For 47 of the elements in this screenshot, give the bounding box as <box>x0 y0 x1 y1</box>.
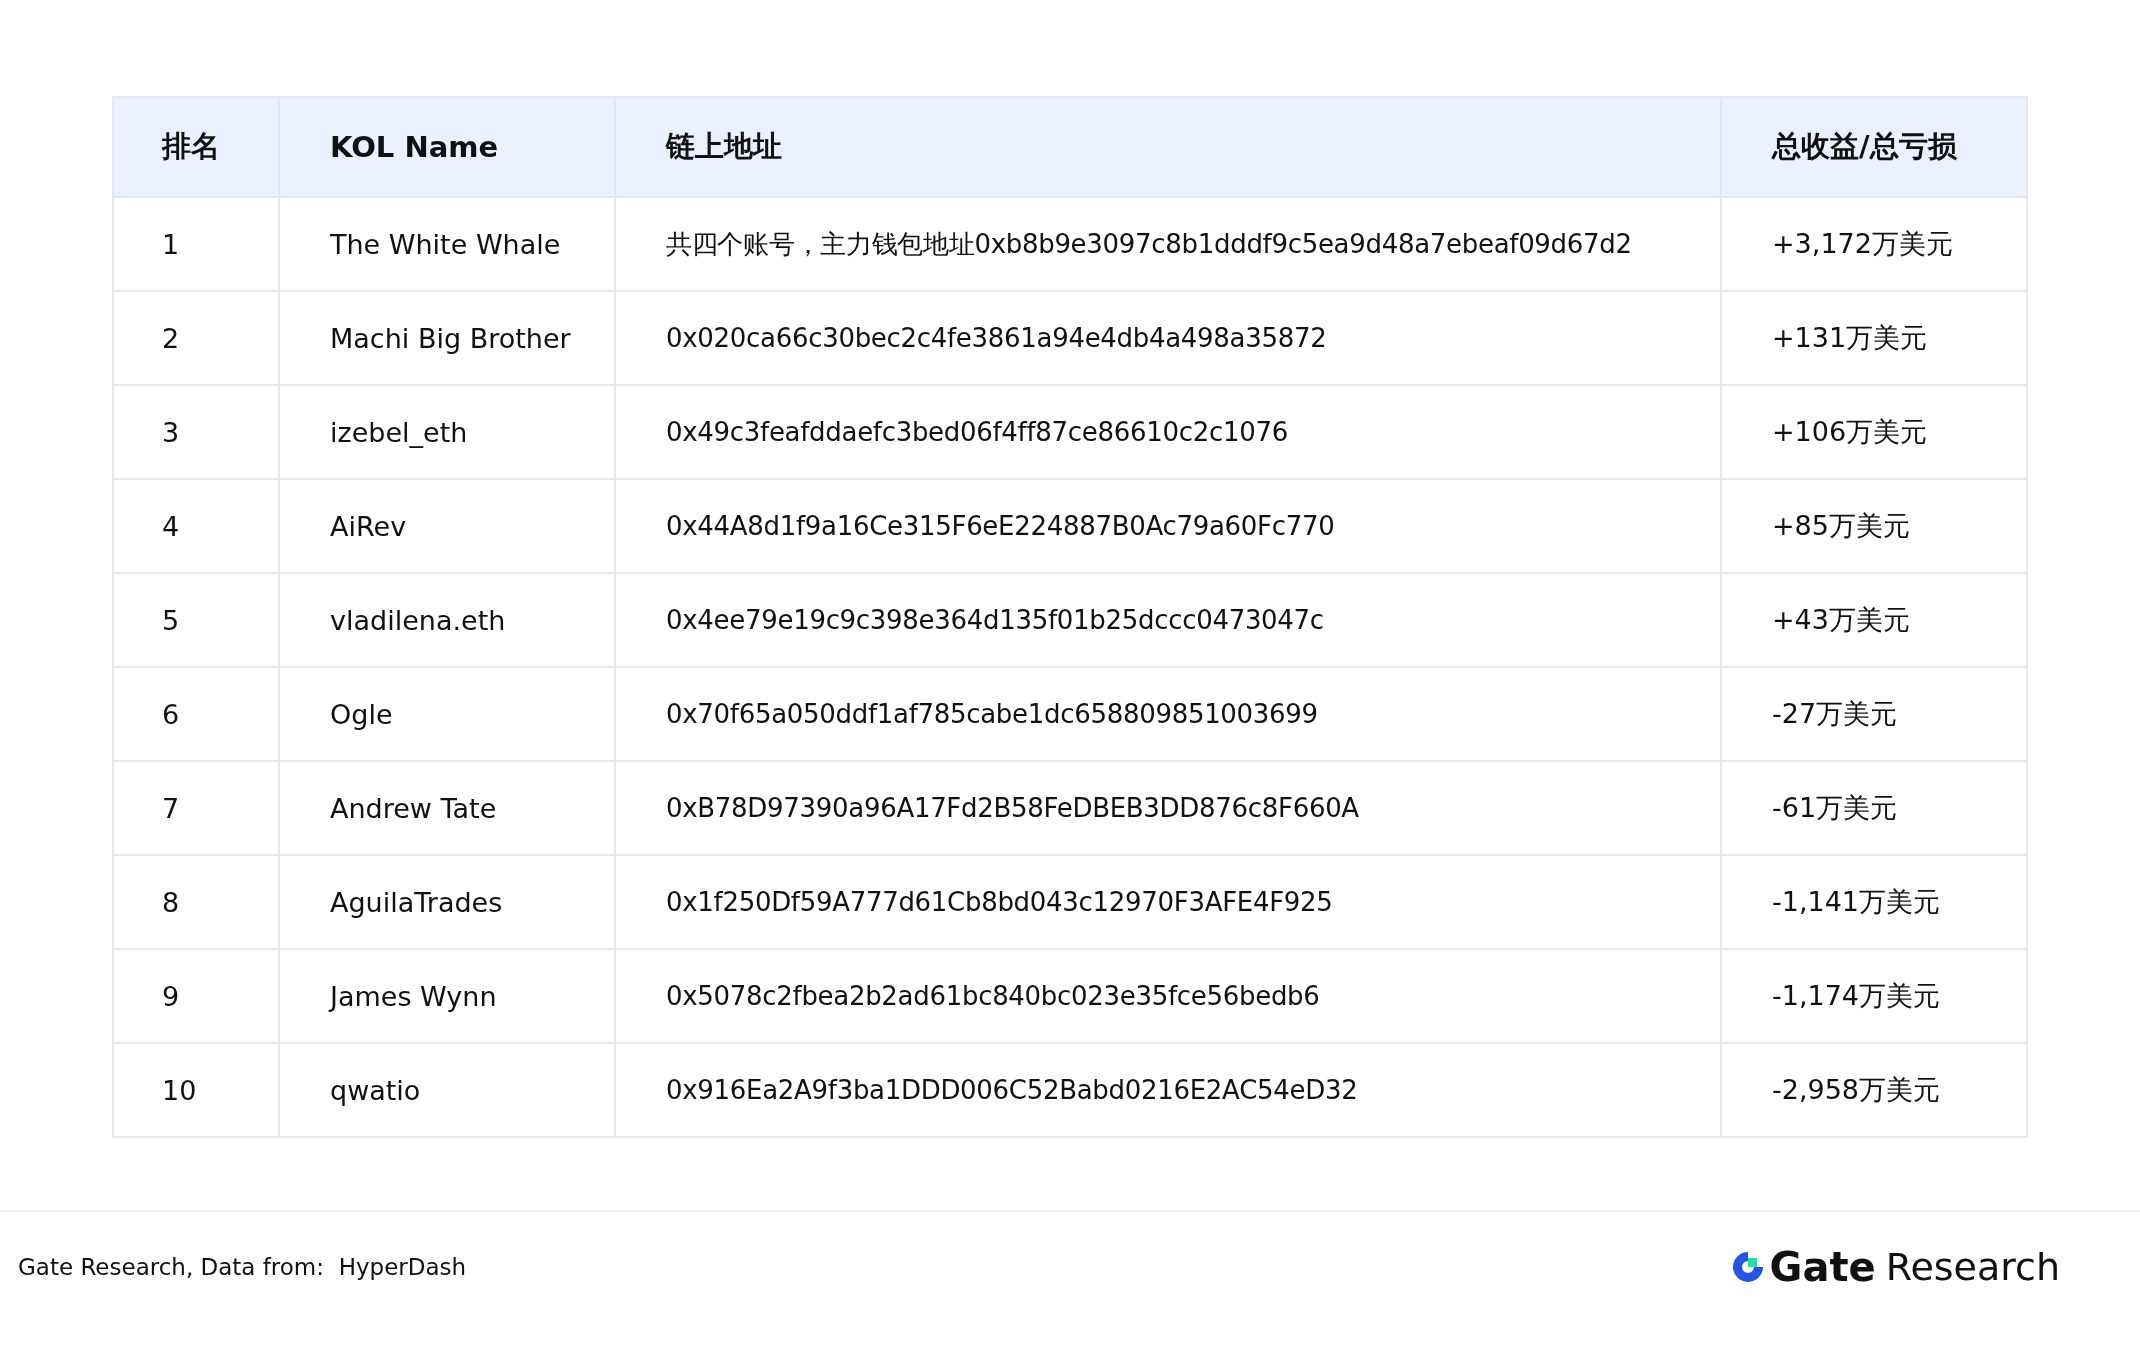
pnl-cell: +131万美元 <box>1721 291 2027 385</box>
address-cell: 0x020ca66c30bec2c4fe3861a94e4db4a498a35872 <box>615 291 1721 385</box>
name-cell: AiRev <box>279 479 615 573</box>
pnl-cell: -61万美元 <box>1721 761 2027 855</box>
column-header: 总收益/总亏损 <box>1721 97 2027 197</box>
name-cell: James Wynn <box>279 949 615 1043</box>
address-cell: 0x916Ea2A9f3ba1DDD006C52Babd0216E2AC54eD32 <box>615 1043 1721 1137</box>
column-header: 链上地址 <box>615 97 1721 197</box>
source-note: Gate Research, Data from: HyperDash <box>18 1254 467 1280</box>
rank-cell: 4 <box>113 479 279 573</box>
rank-cell: 8 <box>113 855 279 949</box>
pnl-cell: +106万美元 <box>1721 385 2027 479</box>
column-header: KOL Name <box>279 97 615 197</box>
rank-cell: 10 <box>113 1043 279 1137</box>
address-cell: 0x44A8d1f9a16Ce315F6eE224887B0Ac79a60Fc770 <box>615 479 1721 573</box>
rank-cell: 2 <box>113 291 279 385</box>
address-cell: 0x49c3feafddaefc3bed06f4ff87ce86610c2c1076 <box>615 385 1721 479</box>
rank-cell: 6 <box>113 667 279 761</box>
address-cell: 0x70f65a050ddf1af785cabe1dc658809851003699 <box>615 667 1721 761</box>
address-cell: 0x1f250Df59A777d61Cb8bd043c12970F3AFE4F925 <box>615 855 1721 949</box>
name-cell: qwatio <box>279 1043 615 1137</box>
address-cell: 0x4ee79e19c9c398e364d135f01b25dccc0473047c <box>615 573 1721 667</box>
pnl-cell: -2,958万美元 <box>1721 1043 2027 1137</box>
name-cell: Machi Big Brother <box>279 291 615 385</box>
logo-suffix: Research <box>1885 1245 2060 1289</box>
pnl-cell: -1,141万美元 <box>1721 855 2027 949</box>
rank-cell: 9 <box>113 949 279 1043</box>
name-cell: Andrew Tate <box>279 761 615 855</box>
pnl-cell: +3,172万美元 <box>1721 197 2027 291</box>
rank-cell: 5 <box>113 573 279 667</box>
name-cell: AguilaTrades <box>279 855 615 949</box>
name-cell: The White Whale <box>279 197 615 291</box>
rank-cell: 3 <box>113 385 279 479</box>
pnl-cell: -1,174万美元 <box>1721 949 2027 1043</box>
logo-brand: Gate <box>1769 1244 1876 1290</box>
rank-cell: 1 <box>113 197 279 291</box>
rank-cell: 7 <box>113 761 279 855</box>
pnl-cell: +85万美元 <box>1721 479 2027 573</box>
pnl-cell: -27万美元 <box>1721 667 2027 761</box>
pnl-cell: +43万美元 <box>1721 573 2027 667</box>
column-header: 排名 <box>113 97 279 197</box>
address-cell: 0x5078c2fbea2b2ad61bc840bc023e35fce56bedb6 <box>615 949 1721 1043</box>
address-cell: 0xB78D97390a96A17Fd2B58FeDBEB3DD876c8F660A <box>615 761 1721 855</box>
name-cell: izebel_eth <box>279 385 615 479</box>
name-cell: Ogle <box>279 667 615 761</box>
name-cell: vladilena.eth <box>279 573 615 667</box>
address-cell: 共四个账号，主力钱包地址0xb8b9e3097c8b1dddf9c5ea9d48a7ebeaf09d67d2 <box>615 197 1721 291</box>
